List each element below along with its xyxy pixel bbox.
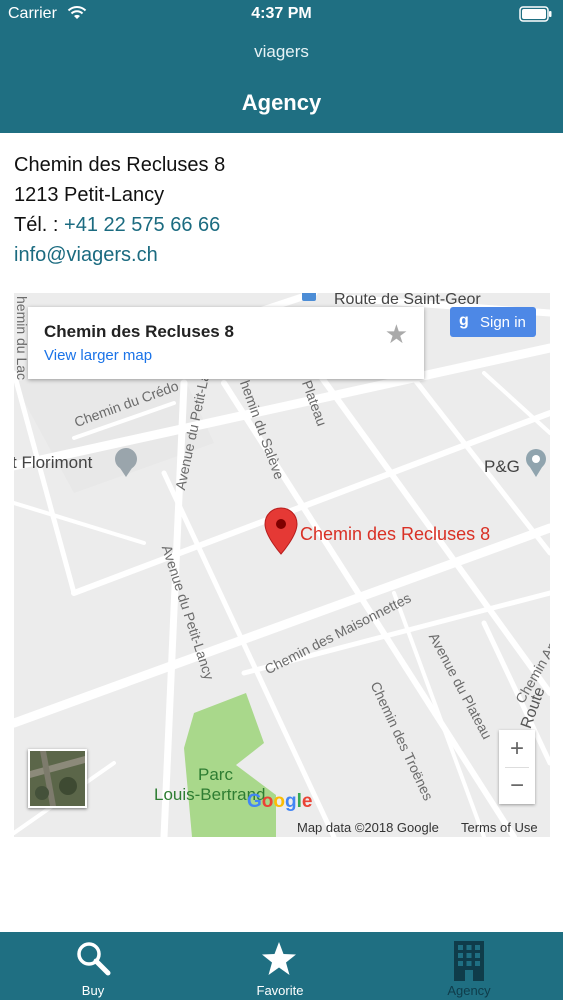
map-view[interactable]: Route de Saint-Geor Chemin du Crédo t Fl… <box>14 293 550 837</box>
google-letter: G <box>247 791 262 812</box>
building-icon <box>453 940 485 987</box>
info-card-title: Chemin des Recluses 8 <box>44 322 234 341</box>
map-marker-icon[interactable] <box>264 507 298 555</box>
battery-icon <box>519 6 553 27</box>
tab-bar: Buy Favorite Agency <box>0 932 563 1000</box>
tab-agency[interactable]: Agency <box>409 932 529 1000</box>
tab-label: Agency <box>447 983 491 998</box>
address-city: 1213 Petit-Lancy <box>14 184 165 206</box>
map-data-attribution: Map data ©2018 Google <box>297 820 439 835</box>
park-label: Parc <box>198 765 233 784</box>
google-plus-icon: g <box>459 312 469 329</box>
tab-buy[interactable]: Buy <box>33 932 153 1000</box>
email-link[interactable]: info@viagers.ch <box>14 240 225 270</box>
nav-header: viagers Agency <box>0 30 563 133</box>
app-name: viagers <box>254 42 309 61</box>
search-icon <box>75 940 111 981</box>
status-time: 4:37 PM <box>251 5 312 22</box>
agency-address: Chemin des Recluses 8 1213 Petit-Lancy T… <box>14 150 225 270</box>
phone-prefix: Tél. : <box>14 214 65 236</box>
place-label: t Florimont <box>14 453 93 472</box>
satellite-thumbnail-icon <box>30 751 85 806</box>
sign-in-label: Sign in <box>480 314 526 331</box>
save-star-icon[interactable]: ★ <box>385 319 408 350</box>
tab-label: Buy <box>81 983 105 998</box>
view-larger-map-link[interactable]: View larger map <box>44 347 152 364</box>
tab-label: Favorite <box>256 983 304 998</box>
map-info-card: Chemin des Recluses 8 View larger map ★ <box>28 307 424 379</box>
zoom-control: + − <box>499 730 535 804</box>
phone-link[interactable]: +41 22 575 66 66 <box>64 214 220 236</box>
marker-label: Chemin des Recluses 8 <box>300 524 491 544</box>
google-letter: g <box>285 791 297 812</box>
zoom-in-button[interactable]: + <box>499 730 535 767</box>
google-sign-in-button[interactable]: g Sign in <box>450 307 536 337</box>
tab-favorite[interactable]: Favorite <box>220 932 340 1000</box>
zoom-out-button[interactable]: − <box>499 767 535 804</box>
google-letter: o <box>273 791 285 812</box>
place-label: P&G <box>484 457 520 476</box>
page-title: Agency <box>241 90 322 115</box>
status-bar: Carrier 4:37 PM <box>0 0 563 30</box>
google-logo: Google <box>247 791 312 813</box>
phone-row: Tél. : +41 22 575 66 66 <box>14 210 225 240</box>
google-letter: o <box>261 791 274 812</box>
address-street: Chemin des Recluses 8 <box>14 154 226 176</box>
google-letter: e <box>301 791 313 812</box>
satellite-toggle-button[interactable] <box>28 749 87 808</box>
terms-of-use-link[interactable]: Terms of Use <box>461 820 538 835</box>
star-icon <box>260 940 298 983</box>
